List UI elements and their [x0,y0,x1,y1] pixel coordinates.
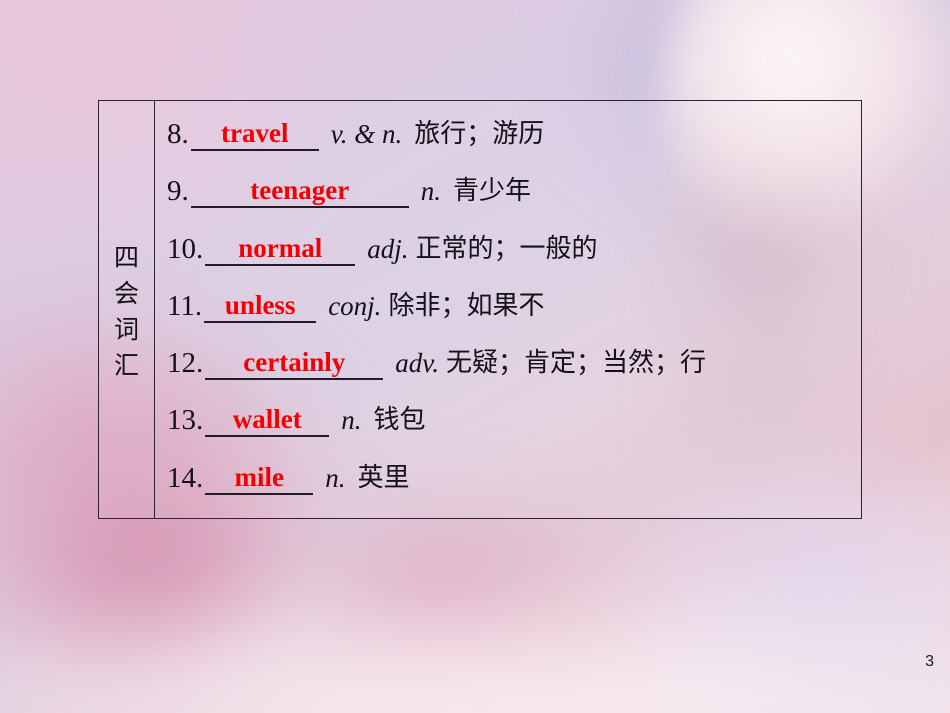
row-number: 8. [167,118,189,150]
chinese-meaning: 英里 [357,462,410,493]
table-row: 10. normal adj. 正常的；一般的 [167,232,861,289]
chinese-meaning: 钱包 [373,405,426,436]
chinese-meaning: 除非；如果不 [388,290,545,321]
answer-blank: mile [205,461,314,495]
part-of-speech: v. & n. [330,119,403,149]
row-number: 11. [167,289,203,322]
table-row: 14. mile n. 英里 [167,461,861,518]
answer-word: certainly [243,347,346,378]
answer-blank: wallet [205,403,330,438]
answer-word: mile [234,461,284,492]
answer-blank: normal [205,232,356,266]
part-of-speech: n. [420,176,441,207]
answer-blank: teenager [190,174,409,209]
table-row: 12. certainly adv. 无疑；肯定；当然；行 [167,346,861,403]
row-number: 12. [167,347,204,380]
part-of-speech: n. [325,462,346,493]
chinese-meaning: 无疑；肯定；当然；行 [445,348,706,379]
answer-word: travel [221,118,289,148]
part-of-speech: n. [341,405,362,436]
background-blob-bottom-pink [300,520,590,710]
slide-canvas: 四 会 词 汇 8. travel v. & n. 旅行；游历 9. teena… [0,0,950,713]
row-number: 9. [167,175,189,208]
answer-word: teenager [250,175,350,206]
table-row: 11. unless conj. 除非；如果不 [167,289,861,346]
category-label-char-4: 汇 [113,351,139,380]
background-blob-bottom-white-wash [0,600,950,713]
row-number: 14. [167,461,204,494]
answer-word: unless [224,289,296,320]
answer-word: wallet [232,404,302,435]
answer-blank: unless [204,289,317,323]
part-of-speech: adj. [367,233,409,264]
category-label-char-2: 会 [113,279,139,308]
category-label-char-1: 四 [113,243,139,272]
part-of-speech: conj. [328,290,382,321]
category-label-cell: 四 会 词 汇 [99,101,155,518]
vocabulary-table: 四 会 词 汇 8. travel v. & n. 旅行；游历 9. teena… [98,100,862,519]
answer-word: normal [238,232,323,263]
row-number: 13. [167,404,204,437]
background-blob-lower-left-magenta [20,500,290,690]
table-row: 9. teenager n. 青少年 [167,174,861,231]
table-row: 8. travel v. & n. 旅行；游历 [167,117,861,174]
category-label-char-3: 词 [113,315,139,344]
row-number: 10. [167,232,204,265]
chinese-meaning: 旅行；游历 [414,119,545,149]
table-row: 13. wallet n. 钱包 [167,403,861,460]
chinese-meaning: 青少年 [453,176,532,207]
part-of-speech: adv. [395,348,439,379]
vocabulary-rows: 8. travel v. & n. 旅行；游历 9. teenager n. 青… [155,101,861,518]
page-number: 3 [925,653,934,670]
chinese-meaning: 正常的；一般的 [415,233,598,264]
answer-blank: travel [190,117,319,151]
answer-blank: certainly [205,346,384,381]
